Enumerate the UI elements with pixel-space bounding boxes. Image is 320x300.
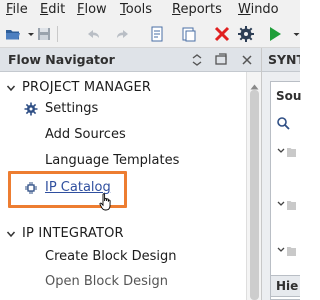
delete-icon[interactable] (213, 25, 231, 43)
run-dropdown-icon[interactable] (287, 25, 300, 43)
nav-item-label: Language Templates (45, 153, 180, 168)
nav-item-label: Settings (45, 101, 99, 116)
menu-reports[interactable]: Reports (172, 0, 222, 20)
nav-item-create-block-design[interactable]: Create Block Design (0, 245, 246, 269)
panel-title: Flow Navigator (8, 52, 115, 67)
settings-icon[interactable] (237, 25, 255, 43)
float-icon[interactable] (214, 53, 228, 67)
hierarchy-tab[interactable]: Hie (270, 275, 300, 297)
toolbar-separator (57, 26, 58, 42)
flow-navigator-header: Flow Navigator (0, 48, 261, 72)
folder-icon[interactable] (277, 146, 297, 158)
menu-file[interactable]: File (6, 0, 28, 20)
nav-item-label: Open Block Design (45, 274, 169, 289)
chevron-down-icon[interactable] (6, 83, 16, 93)
menu-flow[interactable]: Flow (77, 0, 107, 20)
chevron-down-icon[interactable] (6, 229, 16, 239)
gear-icon (24, 102, 38, 116)
menu-bar: File Edit Flow Tools Reports Windo (0, 0, 300, 20)
section-label: IP INTEGRATOR (22, 226, 124, 241)
undo-icon[interactable] (84, 25, 102, 43)
open-dropdown-icon[interactable] (22, 25, 34, 43)
flow-navigator-panel: Flow Navigator PROJECT MANAGER Settings … (0, 48, 262, 300)
hierarchy-label: Hie (276, 279, 299, 293)
hand-cursor-icon (99, 192, 113, 212)
open-project-icon[interactable] (4, 25, 22, 43)
save-icon[interactable] (35, 25, 53, 43)
scrollbar-thumb[interactable] (250, 90, 259, 300)
menu-tools[interactable]: Tools (120, 0, 152, 20)
section-ip-integrator[interactable]: IP INTEGRATOR (0, 222, 246, 246)
tab-synthesis[interactable]: SYNT (262, 48, 300, 72)
close-icon[interactable] (240, 53, 254, 67)
menu-edit[interactable]: Edit (40, 0, 65, 20)
sources-window: Sou (270, 81, 302, 300)
nav-item-add-sources[interactable]: Add Sources (0, 123, 246, 147)
folder-icon[interactable] (277, 245, 297, 257)
search-icon[interactable] (276, 116, 290, 130)
nav-item-language-templates[interactable]: Language Templates (0, 149, 246, 173)
synthesis-panel: SYNT Sou Hie (262, 48, 302, 300)
redo-icon[interactable] (114, 25, 132, 43)
nav-item-open-block-design[interactable]: Open Block Design (0, 270, 246, 294)
nav-item-label: Create Block Design (45, 249, 177, 264)
toolbar (0, 20, 300, 48)
scroll-up-icon[interactable] (250, 76, 259, 90)
run-icon[interactable] (266, 25, 284, 43)
nav-item-settings[interactable]: Settings (0, 97, 246, 121)
nav-item-label: Add Sources (45, 127, 126, 142)
folder-icon[interactable] (277, 199, 297, 211)
collapse-all-icon[interactable] (190, 53, 204, 67)
menu-window[interactable]: Windo (238, 0, 279, 20)
copy-icon[interactable] (148, 25, 166, 43)
vertical-scrollbar[interactable] (246, 72, 261, 300)
sources-title: Sou (276, 89, 302, 103)
paste-icon[interactable] (180, 25, 198, 43)
